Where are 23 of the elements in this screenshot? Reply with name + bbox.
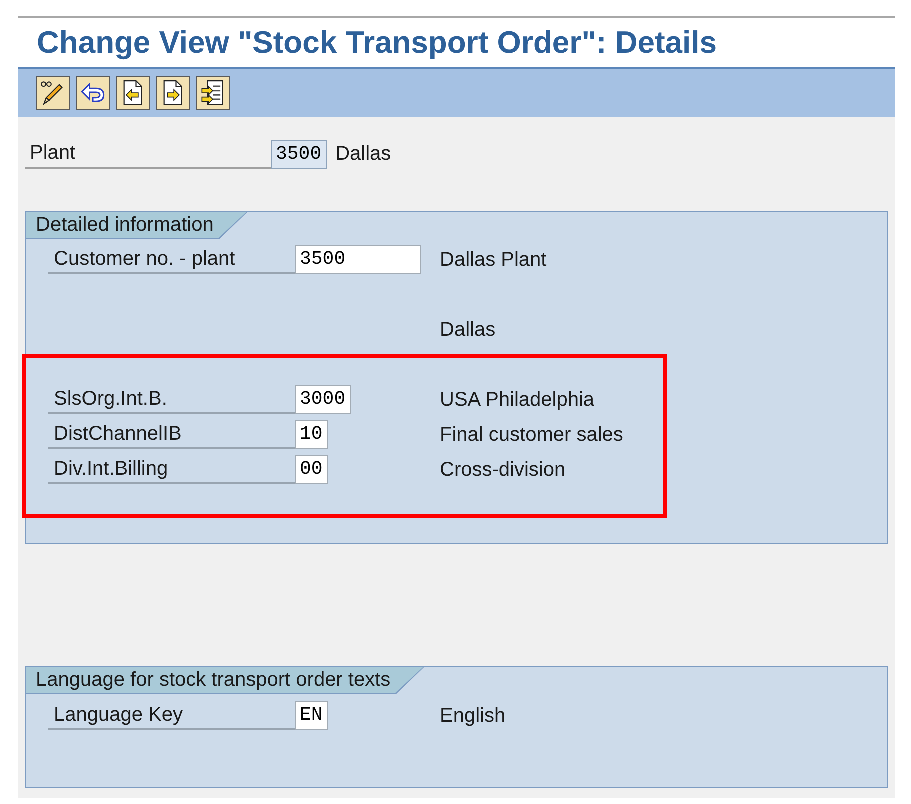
group-title: Detailed information bbox=[26, 212, 248, 239]
input-field[interactable]: 3000 bbox=[295, 385, 351, 414]
pencil-glasses-icon bbox=[40, 80, 66, 106]
document-arrow-icon bbox=[200, 80, 226, 106]
description-text: Final customer sales bbox=[440, 422, 624, 448]
next-entry-button[interactable] bbox=[156, 76, 190, 110]
other-entry-button[interactable] bbox=[196, 76, 230, 110]
input-field[interactable]: 00 bbox=[295, 455, 328, 484]
input-field[interactable]: 3500 bbox=[295, 245, 421, 274]
description-text: Dallas bbox=[440, 318, 496, 342]
undo-button[interactable] bbox=[76, 76, 110, 110]
previous-entry-button[interactable] bbox=[116, 76, 150, 110]
description-text: Cross-division bbox=[440, 458, 566, 482]
description-text: USA Philadelphia bbox=[440, 388, 595, 412]
group-title: Language for stock transport order texts bbox=[26, 667, 425, 694]
input-field[interactable]: EN bbox=[295, 701, 328, 730]
description-text: Dallas bbox=[336, 142, 392, 167]
input-field[interactable]: 10 bbox=[295, 420, 328, 449]
input-field[interactable]: 3500 bbox=[271, 140, 327, 168]
display-change-button[interactable] bbox=[36, 76, 70, 110]
description-text: Dallas Plant bbox=[440, 248, 547, 272]
window-title: Change View "Stock Transport Order": Details bbox=[37, 27, 718, 58]
description-text: English bbox=[440, 704, 506, 728]
